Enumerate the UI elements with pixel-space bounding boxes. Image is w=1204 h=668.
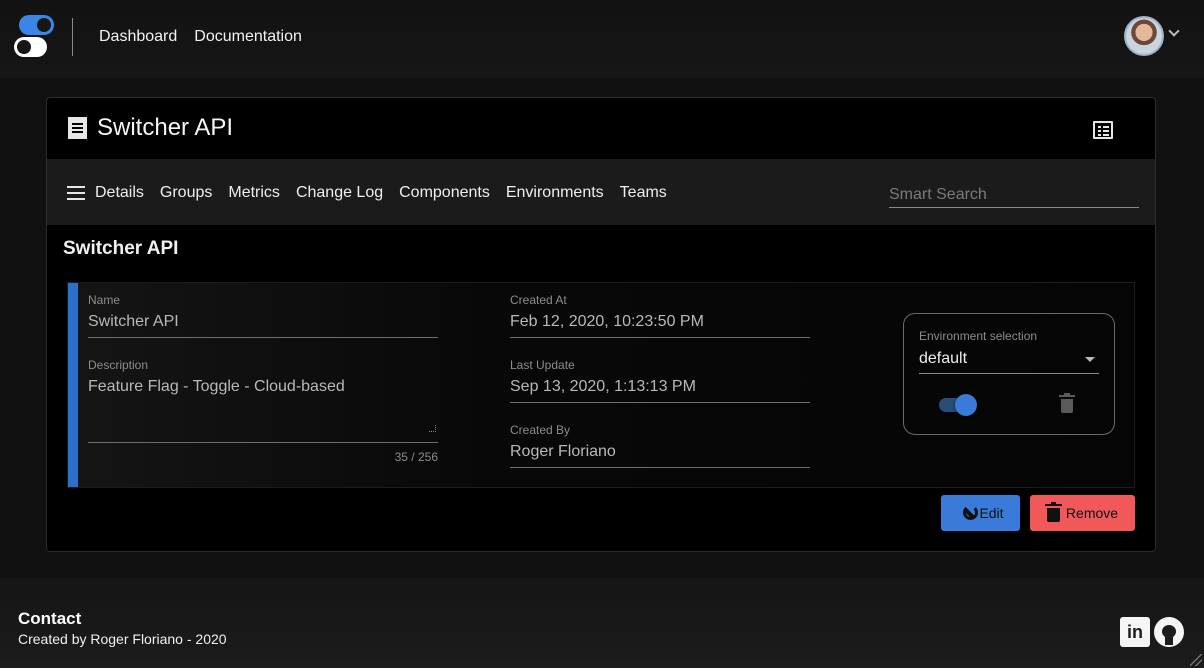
tabs: Details Groups Metrics Change Log Compon… [95,184,667,202]
environment-selection-box: Environment selection default [903,313,1115,435]
footer: Contact Created by Roger Floriano - 2020… [0,578,1204,668]
domain-card: Switcher API Details Groups Metrics Chan… [46,97,1156,552]
card-header: Switcher API [68,114,233,142]
last-update-value: Sep 13, 2020, 1:13:13 PM [510,378,696,395]
environment-active-toggle[interactable] [939,394,977,416]
created-by-label: Created By [510,423,571,437]
edit-button-label: Edit [979,505,1004,521]
tab-teams[interactable]: Teams [620,184,667,202]
tab-bar: Details Groups Metrics Change Log Compon… [47,159,1155,225]
created-by-value: Roger Floriano [510,443,616,460]
dropdown-caret-icon[interactable] [1085,357,1095,362]
details-panel: Name Switcher API Description Feature Fl… [67,282,1135,488]
github-icon[interactable] [1154,617,1184,647]
footer-title: Contact [18,609,82,628]
tab-change-log[interactable]: Change Log [296,184,383,202]
resize-handle-icon[interactable] [429,425,436,432]
name-field[interactable]: Name Switcher API [88,293,438,338]
description-label: Description [88,358,149,372]
name-label: Name [88,293,121,307]
top-header: Dashboard Documentation [0,0,1204,78]
tab-groups[interactable]: Groups [160,184,212,202]
switcher-logo-icon[interactable] [14,15,54,58]
environment-selection-label: Environment selection [919,329,1038,343]
delete-environment-icon[interactable] [1059,393,1075,413]
edit-button[interactable]: Edit [941,495,1020,531]
smart-search-input[interactable] [889,182,1139,208]
remove-button-label: Remove [1065,505,1119,521]
footer-credit: Created by Roger Floriano - 2020 [18,631,227,647]
header-divider [72,18,73,56]
created-by-field: Created By Roger Floriano [510,423,810,468]
tab-components[interactable]: Components [399,184,490,202]
created-at-value: Feb 12, 2020, 10:23:50 PM [510,313,704,330]
chevron-down-icon[interactable] [1168,25,1180,37]
last-update-label: Last Update [510,358,575,372]
wrench-icon [957,505,979,521]
last-update-field: Last Update Sep 13, 2020, 1:13:13 PM [510,358,810,403]
page-title: Switcher API [97,114,234,141]
environment-select[interactable]: default [919,350,967,368]
created-at-field: Created At Feb 12, 2020, 10:23:50 PM [510,293,810,338]
panel-accent-bar [68,283,78,487]
name-value[interactable]: Switcher API [88,313,438,331]
user-avatar[interactable] [1124,16,1164,56]
menu-icon[interactable] [67,186,85,200]
section-title: Switcher API [63,238,179,259]
linkedin-icon[interactable]: in [1120,617,1150,647]
trash-icon [1044,501,1062,522]
document-icon [68,117,87,139]
resize-grip-icon [1190,654,1202,666]
list-view-icon[interactable] [1093,121,1113,139]
nav-documentation-link[interactable]: Documentation [194,28,302,46]
tab-details[interactable]: Details [95,184,144,202]
remove-button[interactable]: Remove [1030,495,1135,531]
nav-dashboard-link[interactable]: Dashboard [99,28,177,46]
description-value[interactable]: Feature Flag - Toggle - Cloud-based [88,378,438,396]
tab-metrics[interactable]: Metrics [228,184,280,202]
description-char-counter: 35 / 256 [394,450,438,464]
tab-environments[interactable]: Environments [506,184,604,202]
description-field[interactable]: Description Feature Flag - Toggle - Clou… [88,358,438,464]
top-nav: Dashboard Documentation [99,28,302,46]
created-at-label: Created At [510,293,567,307]
